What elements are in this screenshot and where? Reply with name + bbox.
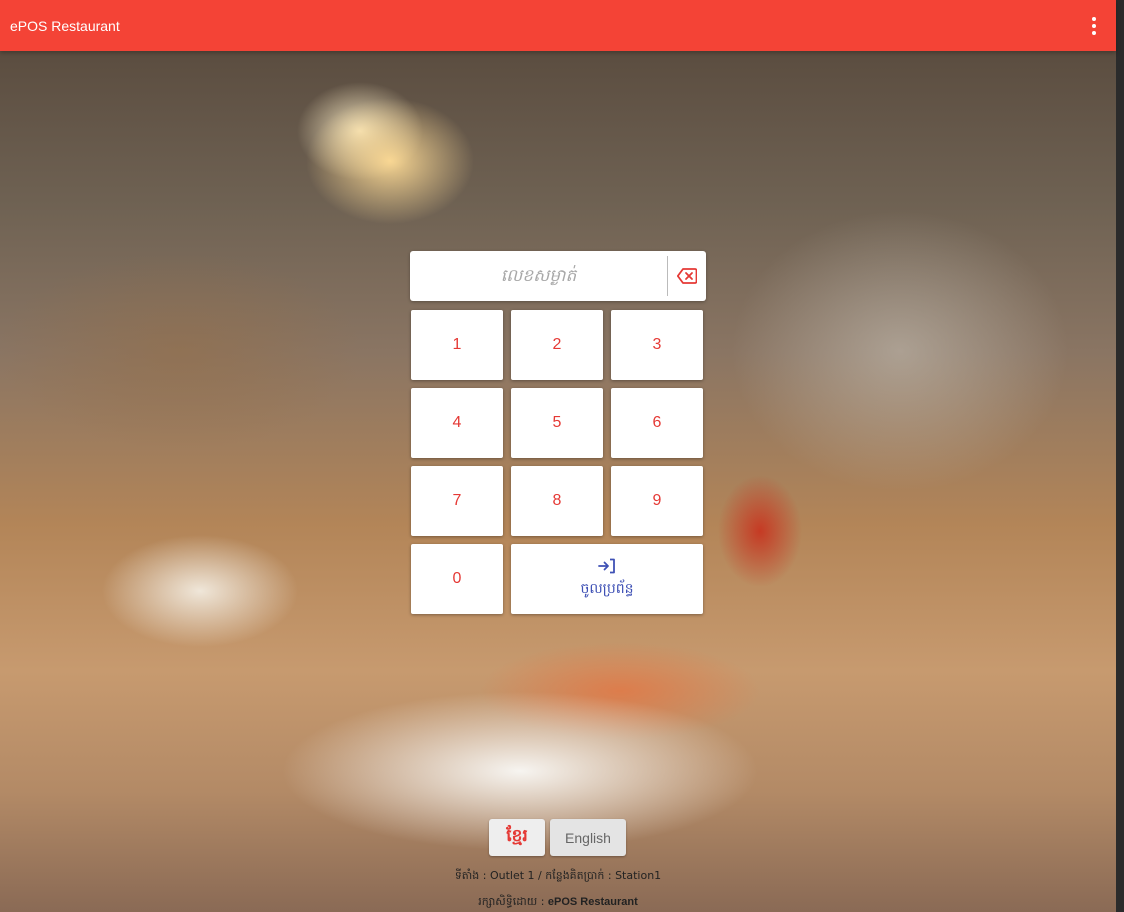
pin-input[interactable] bbox=[410, 251, 667, 301]
key-0[interactable]: 0 bbox=[411, 544, 503, 614]
location-prefix: ទីតាំង : bbox=[454, 869, 490, 882]
separator: / bbox=[534, 869, 546, 882]
key-6[interactable]: 6 bbox=[611, 388, 703, 458]
keypad: 1 2 3 4 5 6 7 8 9 0 ចូលប្រព័ន្ធ bbox=[410, 310, 706, 614]
app-bar: ePOS Restaurant bbox=[0, 0, 1116, 51]
login-button[interactable]: ចូលប្រព័ន្ធ bbox=[511, 544, 703, 614]
powered-prefix: រក្សាសិទ្ធិដោយ : bbox=[478, 895, 548, 908]
pin-field bbox=[410, 251, 706, 301]
english-language-button[interactable]: English bbox=[550, 819, 626, 856]
key-5[interactable]: 5 bbox=[511, 388, 603, 458]
powered-by-value: ePOS Restaurant bbox=[547, 896, 638, 908]
backspace-icon[interactable] bbox=[668, 251, 706, 301]
key-3[interactable]: 3 bbox=[611, 310, 703, 380]
login-label: ចូលប្រព័ន្ធ bbox=[580, 580, 634, 596]
window-edge bbox=[1116, 0, 1124, 912]
key-7[interactable]: 7 bbox=[411, 466, 503, 536]
location-info: ទីតាំង : Outlet 1 / កន្លែងគិតប្រាក់ : St… bbox=[0, 869, 1116, 885]
app-title: ePOS Restaurant bbox=[10, 17, 120, 34]
key-9[interactable]: 9 bbox=[611, 466, 703, 536]
powered-by-info: រក្សាសិទ្ធិដោយ : ePOS Restaurant bbox=[0, 895, 1116, 911]
key-2[interactable]: 2 bbox=[511, 310, 603, 380]
station-prefix: កន្លែងគិតប្រាក់ : bbox=[545, 869, 616, 882]
key-8[interactable]: 8 bbox=[511, 466, 603, 536]
key-4[interactable]: 4 bbox=[411, 388, 503, 458]
login-icon bbox=[598, 558, 616, 577]
more-vertical-icon[interactable] bbox=[1084, 12, 1104, 40]
key-1[interactable]: 1 bbox=[411, 310, 503, 380]
khmer-language-button[interactable]: ខ្មែរ bbox=[489, 819, 545, 856]
station-value: Station1 bbox=[615, 869, 662, 882]
language-switcher: ខ្មែរ English bbox=[489, 819, 626, 856]
outlet-value: Outlet 1 bbox=[489, 869, 535, 882]
